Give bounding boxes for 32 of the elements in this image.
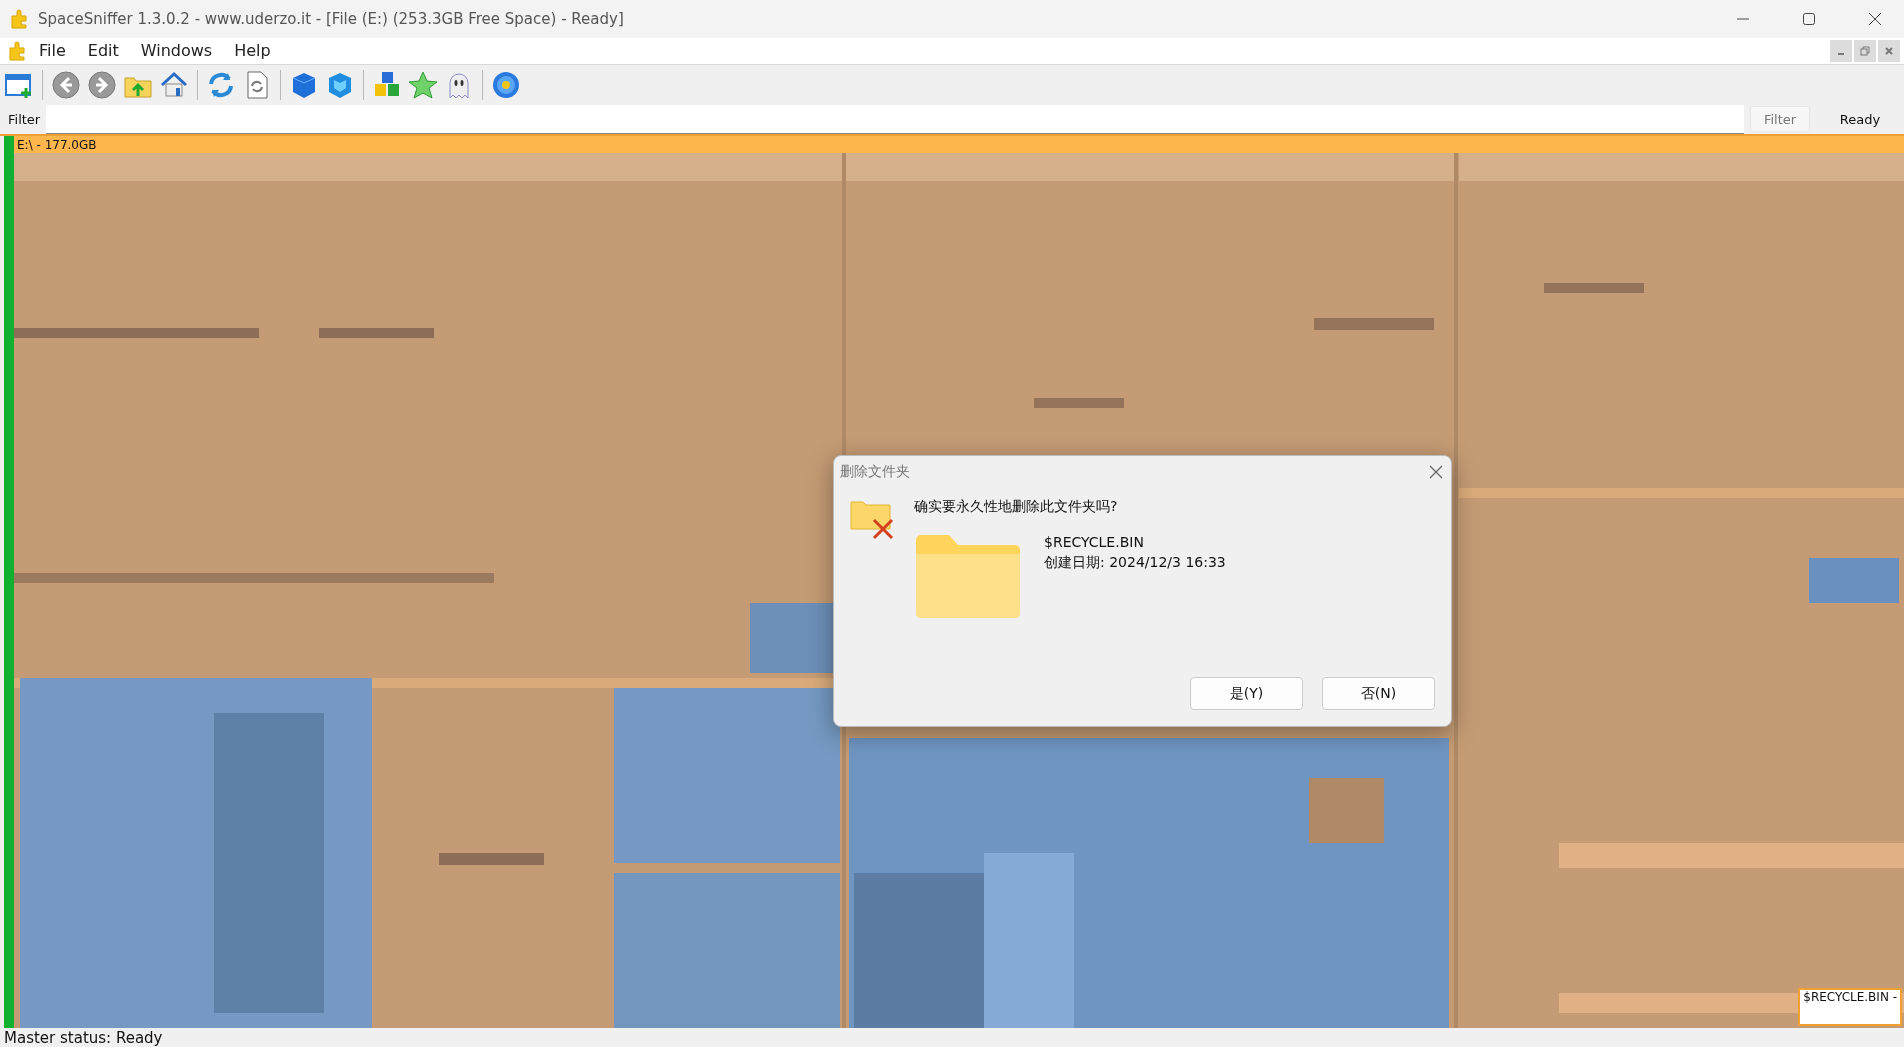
dialog-button[interactable]: 否(N) <box>1322 677 1435 710</box>
menu-item[interactable]: Windows <box>129 41 224 61</box>
created-date: 创建日期: 2024/12/3 16:33 <box>1044 554 1226 572</box>
folder-delete-icon <box>850 498 896 540</box>
scan-status-text: Ready <box>1838 111 1882 127</box>
maximize-icon[interactable] <box>1802 12 1816 26</box>
child-minimize-button[interactable] <box>1830 39 1852 62</box>
folder-icon <box>914 534 1022 620</box>
star-icon[interactable] <box>408 69 438 100</box>
confirm-question: 确实要永久性地删除此文件夹吗? <box>914 498 1119 516</box>
restore-icon[interactable] <box>1860 45 1870 56</box>
folder-name: $RECYCLE.BIN <box>1044 534 1145 550</box>
menu-item[interactable]: Edit <box>76 41 130 61</box>
dialog-button[interactable]: 是(Y) <box>1190 677 1303 710</box>
filter-field[interactable] <box>46 104 1744 134</box>
dialog-title: 删除文件夹 <box>840 463 910 481</box>
puzzle-app-icon <box>10 9 30 29</box>
home-icon[interactable] <box>159 69 189 100</box>
menu-item[interactable]: Help <box>223 41 282 61</box>
menu-item[interactable]: File <box>28 41 77 61</box>
flower-icon[interactable] <box>491 69 521 100</box>
child-restore-button[interactable] <box>1854 39 1876 62</box>
tooltip: $RECYCLE.BIN - <box>1798 988 1902 1027</box>
puzzle-menu-icon[interactable] <box>8 40 28 61</box>
close-icon[interactable] <box>1868 12 1882 26</box>
filter-button[interactable]: Filter <box>1750 106 1810 133</box>
child-close-button[interactable] <box>1878 39 1900 62</box>
forward-icon[interactable] <box>87 69 117 100</box>
filter-label: Filter <box>8 111 41 127</box>
window-title: SpaceSniffer 1.3.0.2 - www.uderzo.it - [File (E:) (253.3GB Free Space) - Ready] <box>38 10 625 28</box>
back-icon[interactable] <box>51 69 81 100</box>
drive-header: E:\ - 177.0GB <box>14 136 1904 154</box>
